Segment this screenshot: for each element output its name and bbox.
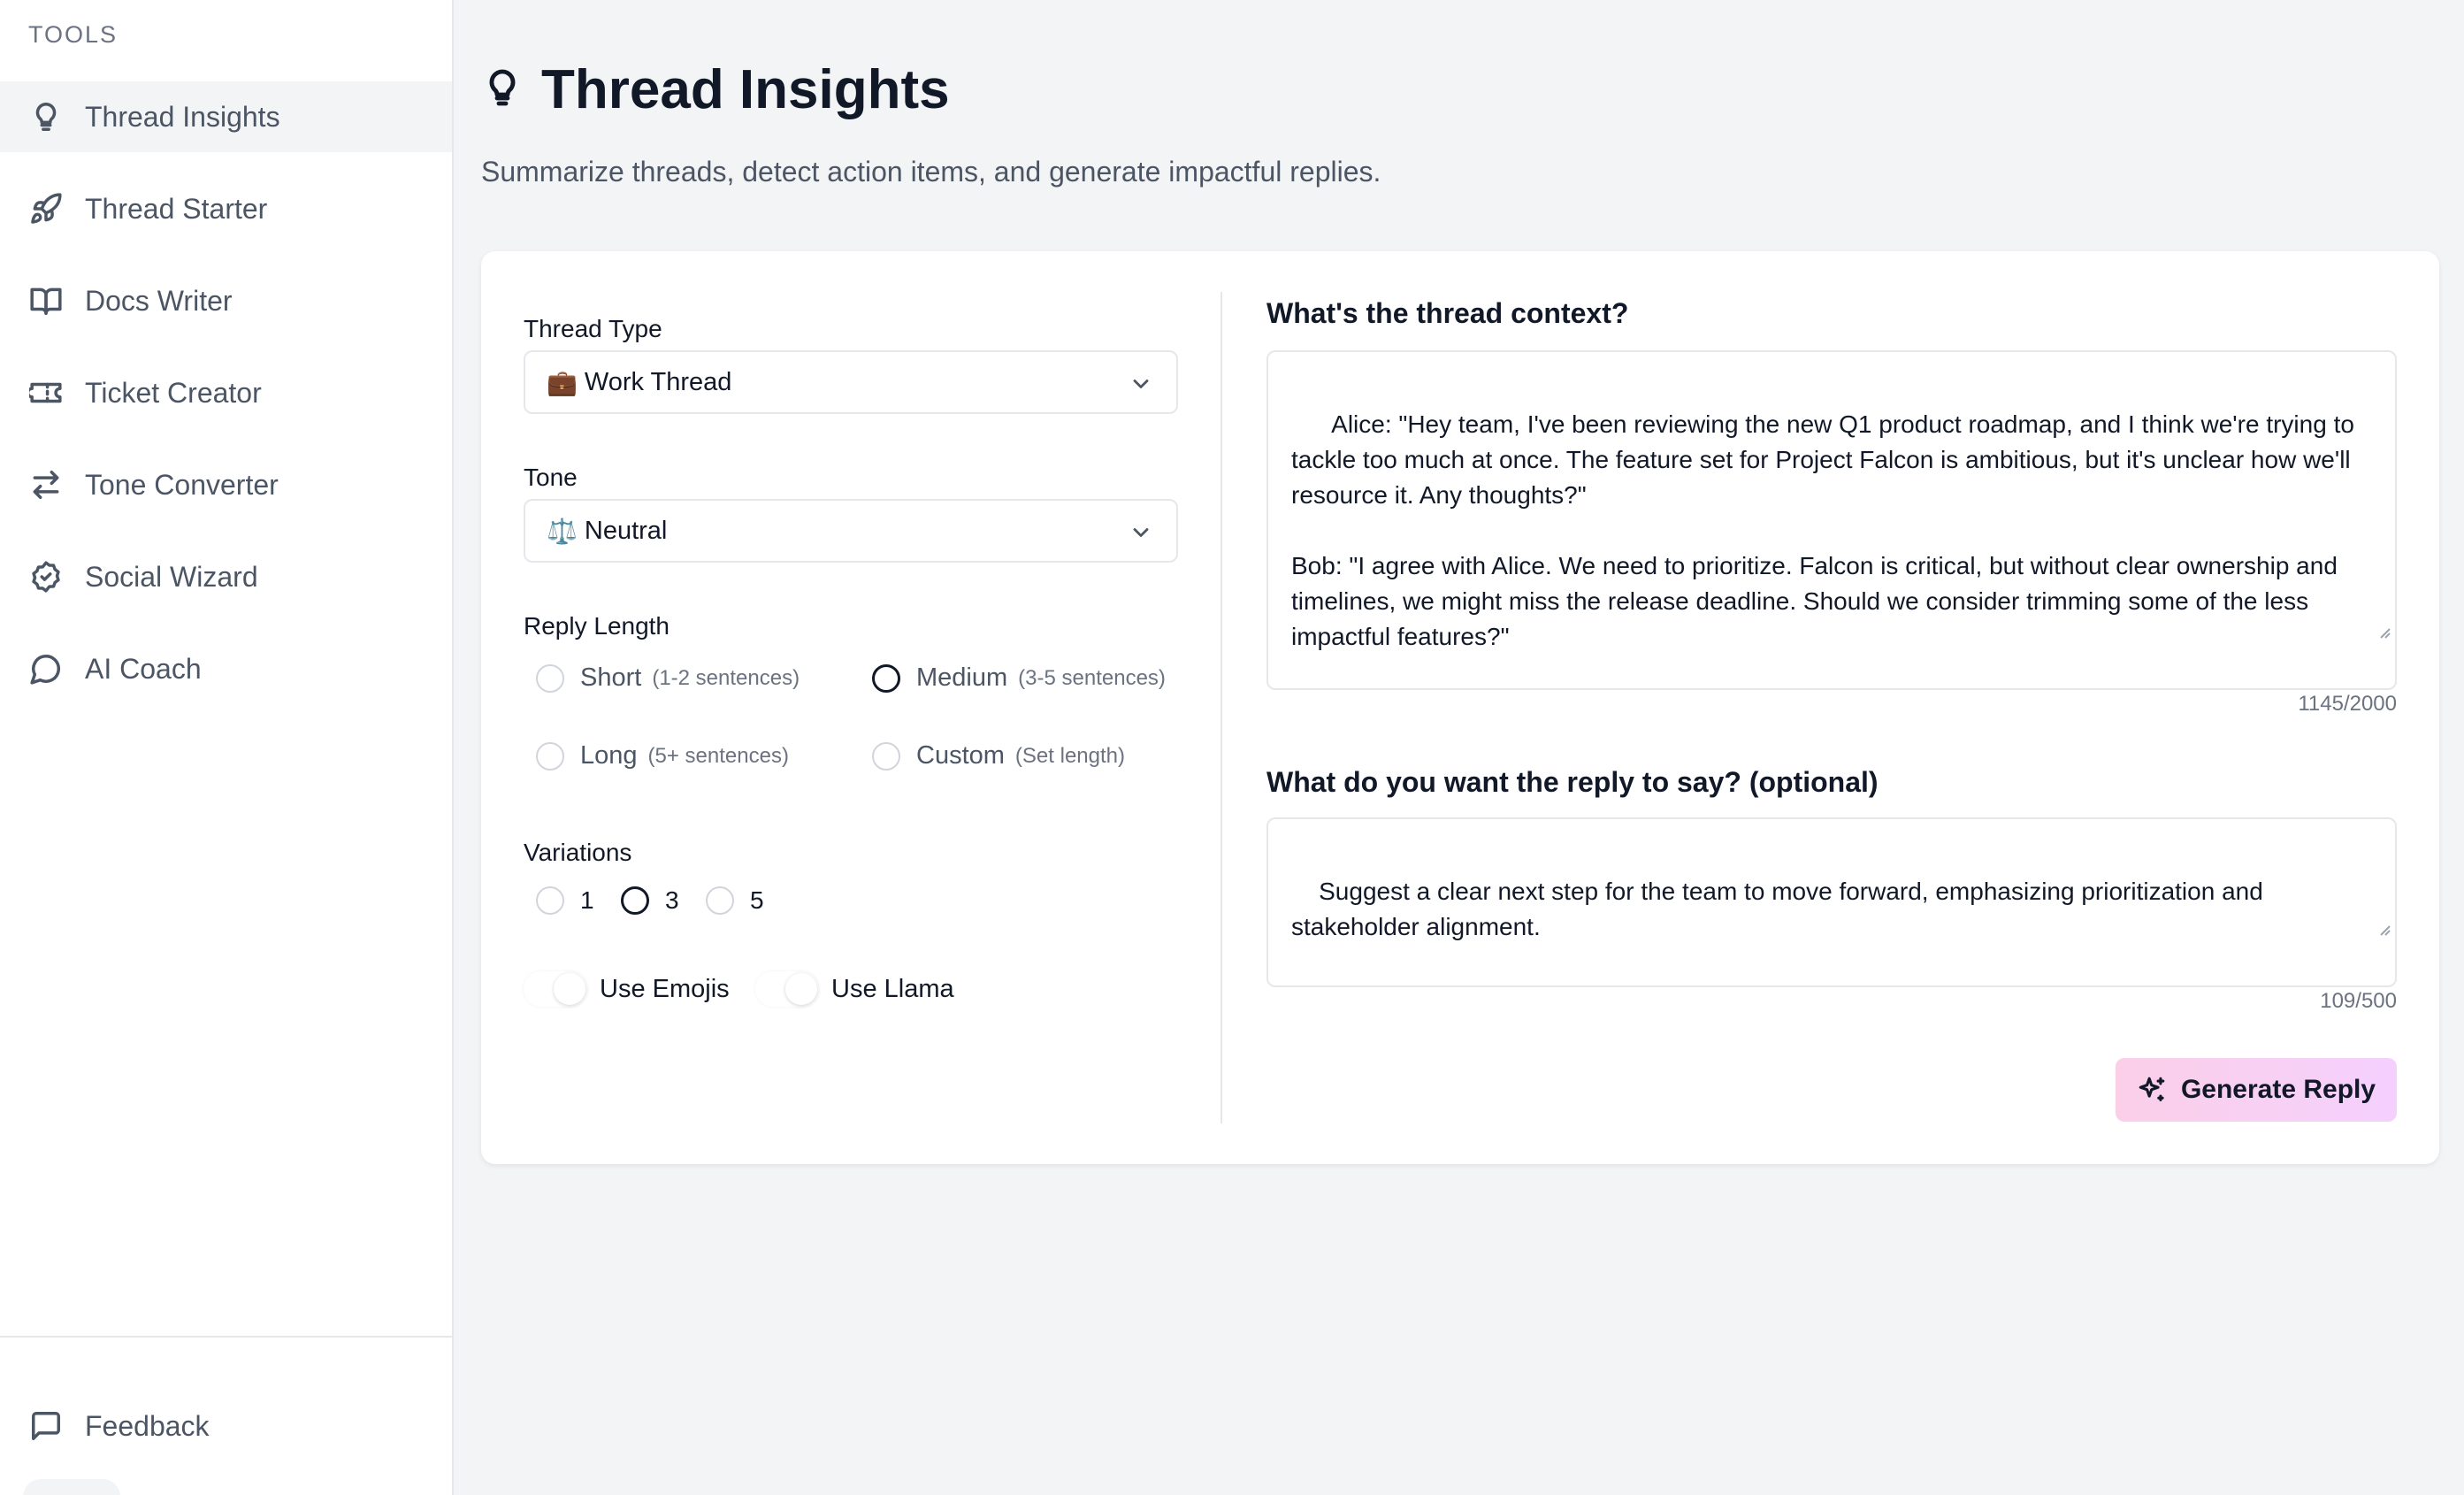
toggle-knob [785, 973, 817, 1005]
toggle-switch[interactable] [755, 971, 819, 1007]
lightbulb-icon [28, 99, 64, 134]
reply-length-short[interactable]: Short (1-2 sentences) [536, 663, 800, 693]
arrows-swap-icon [28, 467, 64, 502]
radio-label: 1 [580, 886, 594, 914]
radio-label: Long [580, 741, 638, 770]
reply-length-label: Reply Length [524, 612, 670, 640]
reply-intent-textarea[interactable]: Suggest a clear next step for the team t… [1266, 817, 2397, 987]
sidebar-item-label: Tone Converter [85, 468, 279, 501]
reply-heading: What do you want the reply to say? (opti… [1266, 766, 1879, 798]
radio-hint: (3-5 sentences) [1018, 665, 1166, 690]
radio-label: Custom [916, 741, 1005, 770]
chat-bubble-icon [28, 651, 64, 686]
toggle-label: Use Llama [831, 974, 954, 1003]
sidebar-item-label: Thread Insights [85, 100, 280, 133]
variations-label: Variations [524, 839, 632, 866]
sidebar-item-thread-starter[interactable]: Thread Starter [0, 173, 452, 244]
lightbulb-icon [481, 64, 524, 116]
sidebar-item-label: AI Coach [85, 652, 202, 685]
toggle-label: Use Emojis [600, 974, 730, 1003]
sidebar-item-label: Docs Writer [85, 284, 233, 317]
sidebar-item-thread-insights[interactable]: Thread Insights [0, 81, 452, 152]
variations-1[interactable]: 1 [536, 886, 594, 915]
thread-type-value: Work Thread [584, 367, 732, 396]
page-title: Thread Insights [541, 59, 950, 120]
generate-reply-label: Generate Reply [2180, 1075, 2376, 1104]
sidebar-item-label: Ticket Creator [85, 376, 262, 409]
context-char-counter: 1145/2000 [2298, 692, 2397, 716]
sparkles-icon [2139, 1077, 2165, 1101]
tone-label: Tone [524, 464, 578, 491]
sidebar-item-social-wizard[interactable]: Social Wizard [0, 541, 452, 612]
scales-icon: ⚖️ [547, 517, 578, 545]
rocket-icon [28, 191, 64, 226]
sidebar-item-docs-writer[interactable]: Docs Writer [0, 265, 452, 336]
column-divider [1221, 292, 1222, 1123]
reply-char-counter: 109/500 [2320, 989, 2397, 1013]
radio-hint: (Set length) [1014, 743, 1125, 768]
message-square-icon [28, 1408, 64, 1444]
radio-label: Medium [916, 663, 1008, 692]
feedback-button[interactable]: Feedback [0, 1391, 452, 1461]
book-icon [28, 283, 64, 318]
resize-handle-icon[interactable] [2336, 876, 2391, 982]
insights-card: Thread Type 💼 Work Thread Tone ⚖️ Neutra… [481, 251, 2439, 1164]
sidebar-item-label: Thread Starter [85, 192, 268, 225]
feedback-label: Feedback [85, 1409, 210, 1442]
resize-handle-icon[interactable] [2336, 579, 2391, 685]
radio-button[interactable] [621, 886, 649, 915]
variations-5[interactable]: 5 [706, 886, 764, 915]
radio-button[interactable] [536, 663, 564, 693]
toggle-switch[interactable] [524, 971, 587, 1007]
sidebar-item-ai-coach[interactable]: AI Coach [0, 633, 452, 704]
badge-check-icon [28, 559, 64, 594]
generate-reply-button[interactable]: Generate Reply [2116, 1058, 2397, 1122]
reply-length-custom[interactable]: Custom (Set length) [872, 741, 1125, 770]
sidebar-heading: TOOLS [28, 21, 119, 48]
thread-context-textarea[interactable]: Alice: "Hey team, I've been reviewing th… [1266, 350, 2397, 690]
radio-button[interactable] [706, 886, 734, 915]
sidebar-item-tone-converter[interactable]: Tone Converter [0, 449, 452, 520]
ticket-icon [28, 375, 64, 410]
sidebar-item-ticket-creator[interactable]: Ticket Creator [0, 357, 452, 428]
radio-button[interactable] [872, 663, 900, 693]
chevron-down-icon [1129, 372, 1153, 403]
thread-type-select[interactable]: 💼 Work Thread [524, 350, 1178, 414]
sidebar-item-label: Social Wizard [85, 560, 258, 593]
use-emojis-toggle[interactable]: Use Emojis [524, 971, 730, 1007]
variations-3[interactable]: 3 [621, 886, 679, 915]
bottom-chip [23, 1479, 120, 1495]
reply-length-long[interactable]: Long (5+ sentences) [536, 741, 789, 770]
thread-context-text: Alice: "Hey team, I've been reviewing th… [1291, 410, 2354, 650]
chevron-down-icon [1129, 520, 1153, 552]
radio-button[interactable] [536, 741, 564, 770]
context-heading: What's the thread context? [1266, 297, 1629, 329]
toggle-knob [554, 973, 585, 1005]
radio-label: 3 [665, 886, 679, 914]
thread-type-label: Thread Type [524, 315, 662, 342]
radio-button[interactable] [536, 886, 564, 915]
page-subtitle: Summarize threads, detect action items, … [481, 156, 1381, 188]
tone-select[interactable]: ⚖️ Neutral [524, 499, 1178, 563]
sidebar-footer: Feedback [0, 1336, 452, 1495]
page-header: Thread Insights [481, 58, 950, 121]
sidebar: TOOLS Thread Insights Thread Starter Doc… [0, 0, 454, 1495]
reply-length-medium[interactable]: Medium (3-5 sentences) [872, 663, 1166, 693]
radio-hint: (1-2 sentences) [652, 665, 800, 690]
briefcase-icon: 💼 [547, 368, 578, 396]
reply-intent-text: Suggest a clear next step for the team t… [1291, 878, 2270, 940]
radio-hint: (5+ sentences) [647, 743, 789, 768]
radio-label: Short [580, 663, 642, 692]
use-llama-toggle[interactable]: Use Llama [755, 971, 954, 1007]
tone-value: Neutral [584, 516, 668, 545]
radio-label: 5 [750, 886, 764, 914]
radio-button[interactable] [872, 741, 900, 770]
